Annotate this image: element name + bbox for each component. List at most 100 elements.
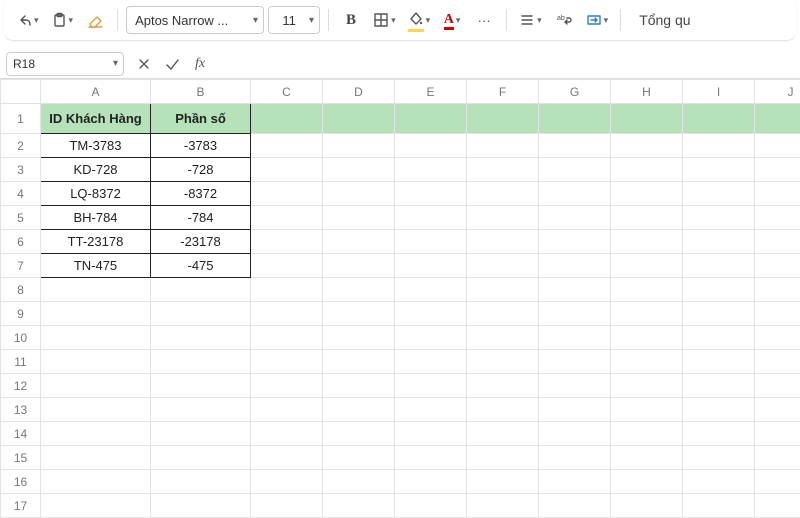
cell[interactable]: -784 xyxy=(151,206,251,230)
cell[interactable] xyxy=(323,206,395,230)
cell[interactable] xyxy=(611,230,683,254)
cell[interactable] xyxy=(611,254,683,278)
cell[interactable] xyxy=(467,278,539,302)
cell[interactable]: -8372 xyxy=(151,182,251,206)
cell[interactable] xyxy=(467,254,539,278)
cell[interactable] xyxy=(755,302,800,326)
cell[interactable] xyxy=(41,398,151,422)
cell[interactable] xyxy=(395,254,467,278)
cell[interactable] xyxy=(251,134,323,158)
row-header[interactable]: 2 xyxy=(1,134,41,158)
row-header[interactable]: 12 xyxy=(1,374,41,398)
cell[interactable] xyxy=(755,446,800,470)
cell[interactable] xyxy=(611,326,683,350)
row-header[interactable]: 4 xyxy=(1,182,41,206)
row-header[interactable]: 9 xyxy=(1,302,41,326)
cell[interactable] xyxy=(395,230,467,254)
cell[interactable] xyxy=(611,104,683,134)
ribbon-tab-button[interactable]: Tổng qu xyxy=(629,8,700,32)
column-header[interactable]: J xyxy=(755,80,800,104)
cell[interactable] xyxy=(539,350,611,374)
cell[interactable] xyxy=(683,470,755,494)
cell[interactable] xyxy=(755,134,800,158)
cell[interactable] xyxy=(395,182,467,206)
cell[interactable] xyxy=(467,350,539,374)
cell[interactable]: KD-728 xyxy=(41,158,151,182)
cell[interactable] xyxy=(755,350,800,374)
cell[interactable] xyxy=(611,158,683,182)
cell[interactable] xyxy=(323,422,395,446)
column-header[interactable]: I xyxy=(683,80,755,104)
cell[interactable] xyxy=(755,494,800,518)
cell[interactable] xyxy=(251,350,323,374)
cell[interactable] xyxy=(683,422,755,446)
cell[interactable] xyxy=(323,278,395,302)
cell[interactable] xyxy=(323,230,395,254)
cell[interactable] xyxy=(323,302,395,326)
cell[interactable] xyxy=(683,182,755,206)
cell[interactable] xyxy=(611,182,683,206)
row-header[interactable]: 6 xyxy=(1,230,41,254)
cell[interactable] xyxy=(41,350,151,374)
cell[interactable] xyxy=(539,206,611,230)
row-header[interactable]: 17 xyxy=(1,494,41,518)
cell[interactable] xyxy=(467,104,539,134)
cell[interactable] xyxy=(683,398,755,422)
cell[interactable] xyxy=(539,254,611,278)
row-header[interactable]: 16 xyxy=(1,470,41,494)
cell[interactable] xyxy=(41,446,151,470)
cell[interactable] xyxy=(151,326,251,350)
row-header[interactable]: 13 xyxy=(1,398,41,422)
cell[interactable] xyxy=(539,398,611,422)
cell[interactable] xyxy=(539,230,611,254)
column-header[interactable]: B xyxy=(151,80,251,104)
cell[interactable] xyxy=(41,302,151,326)
cell[interactable]: Phần số xyxy=(151,104,251,134)
row-header[interactable]: 7 xyxy=(1,254,41,278)
cell[interactable] xyxy=(323,470,395,494)
cell[interactable] xyxy=(683,206,755,230)
cell[interactable] xyxy=(395,158,467,182)
cell[interactable] xyxy=(683,374,755,398)
cell[interactable] xyxy=(395,422,467,446)
cell[interactable] xyxy=(683,350,755,374)
column-header[interactable]: F xyxy=(467,80,539,104)
cell[interactable] xyxy=(467,182,539,206)
cell[interactable] xyxy=(251,302,323,326)
cell[interactable] xyxy=(539,278,611,302)
cell[interactable] xyxy=(395,134,467,158)
cell[interactable] xyxy=(683,254,755,278)
cell[interactable] xyxy=(683,230,755,254)
cell[interactable] xyxy=(41,374,151,398)
undo-button[interactable]: ▾ xyxy=(12,6,43,34)
cell[interactable] xyxy=(41,278,151,302)
cell[interactable] xyxy=(251,104,323,134)
cell[interactable]: LQ-8372 xyxy=(41,182,151,206)
cell[interactable]: BH-784 xyxy=(41,206,151,230)
cell[interactable] xyxy=(395,104,467,134)
cell[interactable] xyxy=(395,494,467,518)
cell[interactable] xyxy=(251,182,323,206)
font-family-select[interactable]: Aptos Narrow ... ▾ xyxy=(126,6,264,34)
cell[interactable] xyxy=(539,182,611,206)
cell[interactable] xyxy=(683,494,755,518)
cell[interactable] xyxy=(755,374,800,398)
cell[interactable] xyxy=(611,470,683,494)
cell[interactable] xyxy=(251,398,323,422)
cell[interactable] xyxy=(467,230,539,254)
cell[interactable] xyxy=(467,398,539,422)
cell[interactable] xyxy=(395,374,467,398)
cell[interactable]: TN-475 xyxy=(41,254,151,278)
cell[interactable] xyxy=(395,470,467,494)
cell[interactable] xyxy=(323,326,395,350)
row-header[interactable]: 1 xyxy=(1,104,41,134)
cell[interactable] xyxy=(467,302,539,326)
cell[interactable] xyxy=(251,446,323,470)
cell[interactable]: TM-3783 xyxy=(41,134,151,158)
cell[interactable] xyxy=(611,494,683,518)
cell[interactable] xyxy=(611,134,683,158)
cell[interactable] xyxy=(467,158,539,182)
cell[interactable] xyxy=(683,134,755,158)
cell[interactable] xyxy=(323,134,395,158)
cell[interactable] xyxy=(755,104,800,134)
